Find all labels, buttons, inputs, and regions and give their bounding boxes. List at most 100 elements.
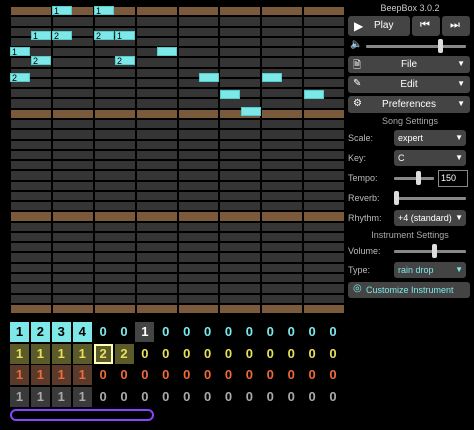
grid-cell[interactable] bbox=[220, 68, 261, 77]
grid-cell[interactable] bbox=[94, 161, 135, 170]
pattern-cell[interactable]: 0 bbox=[177, 344, 196, 364]
grid-cell[interactable] bbox=[220, 58, 261, 67]
pattern-cell[interactable]: 2 bbox=[93, 343, 113, 364]
pattern-scrollbar[interactable] bbox=[10, 409, 154, 421]
grid-cell[interactable] bbox=[178, 243, 219, 252]
pattern-cell[interactable]: 0 bbox=[282, 365, 301, 385]
grid-cell[interactable] bbox=[304, 58, 344, 67]
pattern-cell[interactable]: 1 bbox=[51, 365, 71, 385]
grid-cell[interactable] bbox=[94, 130, 135, 139]
grid-cell[interactable] bbox=[11, 161, 51, 170]
grid-cell[interactable] bbox=[136, 181, 177, 190]
grid-cell[interactable] bbox=[136, 68, 177, 77]
grid-cell[interactable] bbox=[304, 191, 344, 201]
grid-cell[interactable] bbox=[220, 119, 261, 129]
instrument-type-select[interactable]: rain drop ▼ bbox=[394, 262, 466, 278]
grid-cell[interactable] bbox=[136, 99, 177, 108]
grid-cell[interactable] bbox=[304, 171, 344, 180]
grid-cell[interactable] bbox=[136, 58, 177, 67]
grid-cell[interactable] bbox=[11, 119, 51, 129]
grid-cell[interactable] bbox=[178, 119, 219, 129]
grid-cell[interactable] bbox=[304, 130, 344, 139]
pattern-cell[interactable]: 2 bbox=[114, 343, 134, 364]
grid-cell[interactable] bbox=[304, 48, 344, 57]
grid-cell[interactable] bbox=[52, 232, 93, 242]
pattern-cell[interactable]: 1 bbox=[10, 365, 29, 385]
grid-cell[interactable] bbox=[304, 140, 344, 149]
grid-cell[interactable] bbox=[178, 191, 219, 201]
grid-cell[interactable] bbox=[304, 27, 344, 36]
grid-cell[interactable] bbox=[178, 27, 219, 36]
grid-cell[interactable] bbox=[220, 212, 261, 221]
grid-cell[interactable] bbox=[262, 58, 303, 67]
pattern-cell[interactable]: 0 bbox=[303, 387, 322, 407]
pattern-cell[interactable]: 0 bbox=[324, 344, 343, 364]
grid-cell[interactable] bbox=[220, 171, 261, 180]
grid-cell[interactable] bbox=[11, 17, 51, 26]
grid-cell[interactable] bbox=[52, 181, 93, 190]
grid-cell[interactable] bbox=[11, 253, 51, 262]
note-block[interactable] bbox=[220, 90, 240, 99]
grid-cell[interactable] bbox=[262, 294, 303, 303]
pattern-cell[interactable]: 0 bbox=[198, 365, 217, 385]
grid-cell[interactable] bbox=[11, 212, 51, 221]
grid-cell[interactable] bbox=[178, 89, 219, 98]
pattern-cell[interactable]: 0 bbox=[219, 387, 238, 407]
grid-cell[interactable] bbox=[94, 212, 135, 221]
grid-cell[interactable] bbox=[178, 37, 219, 47]
grid-cell[interactable] bbox=[178, 48, 219, 57]
pattern-cell[interactable]: 0 bbox=[324, 365, 343, 385]
grid-cell[interactable] bbox=[304, 304, 344, 314]
grid-cell[interactable] bbox=[136, 191, 177, 201]
note-block[interactable]: 2 bbox=[10, 73, 30, 83]
grid-cell[interactable] bbox=[11, 99, 51, 108]
edit-menu[interactable]: ✎ Edit ▼ bbox=[348, 76, 470, 93]
grid-cell[interactable] bbox=[52, 202, 93, 211]
grid-cell[interactable] bbox=[304, 253, 344, 262]
grid-cell[interactable] bbox=[52, 119, 93, 129]
grid-cell[interactable] bbox=[52, 130, 93, 139]
grid-cell[interactable] bbox=[136, 130, 177, 139]
grid-cell[interactable] bbox=[136, 253, 177, 262]
pattern-cell[interactable]: 1 bbox=[51, 343, 71, 364]
grid-cell[interactable] bbox=[220, 243, 261, 252]
pattern-cell[interactable]: 0 bbox=[94, 387, 113, 407]
grid-cell[interactable] bbox=[262, 48, 303, 57]
grid-cell[interactable] bbox=[11, 7, 51, 16]
grid-cell[interactable] bbox=[178, 17, 219, 26]
grid-cell[interactable] bbox=[136, 140, 177, 149]
grid-cell[interactable] bbox=[11, 171, 51, 180]
pattern-cell[interactable]: 0 bbox=[198, 322, 217, 342]
grid-cell[interactable] bbox=[220, 48, 261, 57]
grid-cell[interactable] bbox=[304, 212, 344, 221]
grid-cell[interactable] bbox=[136, 37, 177, 47]
pattern-cell[interactable]: 0 bbox=[115, 322, 134, 342]
grid-cell[interactable] bbox=[262, 140, 303, 149]
pattern-cell[interactable]: 0 bbox=[198, 344, 217, 364]
grid-cell[interactable] bbox=[136, 202, 177, 211]
grid-cell[interactable] bbox=[94, 99, 135, 108]
grid-cell[interactable] bbox=[94, 222, 135, 231]
grid-cell[interactable] bbox=[136, 17, 177, 26]
grid-cell[interactable] bbox=[11, 109, 51, 118]
file-menu[interactable]: 🗎 File ▼ bbox=[348, 56, 470, 73]
grid-cell[interactable] bbox=[220, 78, 261, 88]
grid-cell[interactable] bbox=[178, 181, 219, 190]
grid-cell[interactable] bbox=[94, 150, 135, 160]
pattern-cell[interactable]: 1 bbox=[135, 322, 155, 342]
grid-cell[interactable] bbox=[178, 161, 219, 170]
grid-cell[interactable] bbox=[220, 150, 261, 160]
grid-cell[interactable] bbox=[304, 294, 344, 303]
grid-cell[interactable] bbox=[136, 27, 177, 36]
pattern-cell[interactable]: 0 bbox=[303, 344, 322, 364]
grid-cell[interactable] bbox=[94, 294, 135, 303]
pattern-cell[interactable]: 0 bbox=[156, 365, 175, 385]
preferences-menu[interactable]: ⚙ Preferences ▼ bbox=[348, 96, 470, 113]
pattern-cell[interactable]: 1 bbox=[72, 343, 92, 364]
grid-cell[interactable] bbox=[262, 202, 303, 211]
grid-cell[interactable] bbox=[52, 304, 93, 314]
customize-instrument-button[interactable]: ◎ Customize Instrument bbox=[348, 282, 470, 298]
grid-cell[interactable] bbox=[178, 232, 219, 242]
grid-cell[interactable] bbox=[304, 68, 344, 77]
grid-cell[interactable] bbox=[178, 202, 219, 211]
